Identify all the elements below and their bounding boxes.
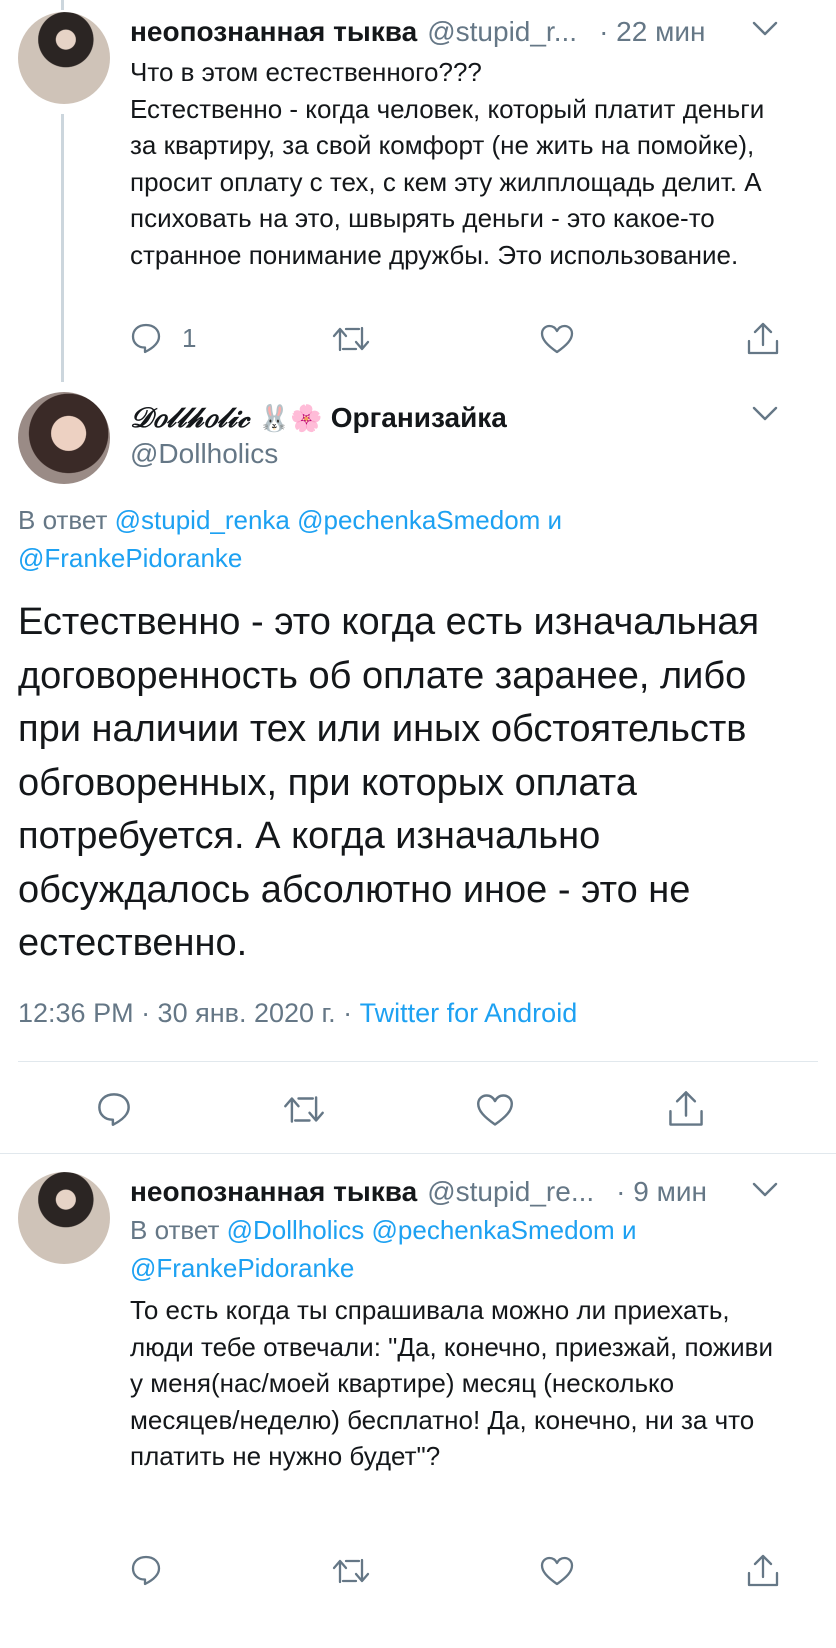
display-name-suffix[interactable]: Организайка [331,402,507,434]
reply-and: и [547,505,563,535]
timestamp[interactable]: · 22 мин [599,16,705,48]
chevron-down-icon[interactable] [752,20,778,38]
tweet-text: То есть когда ты спрашивала можно ли при… [130,1295,773,1471]
reply-count: 1 [182,322,197,353]
like-button[interactable] [540,1556,574,1586]
username[interactable]: @Dollholics [130,438,278,470]
thread-connector [61,0,64,10]
share-icon [746,1553,780,1589]
reply-mentions[interactable]: @Dollholics @pechenkaSmedom [227,1215,615,1245]
reply-context: В ответ @Dollholics @pechenkaSmedom и @F… [130,1211,790,1287]
avatar[interactable] [18,1172,110,1264]
heart-icon [476,1093,514,1127]
thread-connector [61,114,64,382]
retweet-button[interactable] [283,1093,325,1126]
reply-button[interactable] [96,1091,132,1127]
reply-prefix: В ответ [130,1215,220,1245]
share-button[interactable] [746,321,780,357]
tweet-text: Что в этом естественного??? Естественно … [130,57,765,270]
share-button[interactable] [667,1089,705,1129]
name-emoji: 🐰🌸 [257,402,323,433]
timestamp[interactable]: · 9 мин [616,1176,707,1208]
chevron-down-icon[interactable] [752,1181,778,1199]
tweet-header: неопознанная тыква @stupid_r... · 22 мин [130,14,730,50]
share-button[interactable] [746,1553,780,1589]
username[interactable]: @stupid_r... [427,16,577,48]
tweet-source[interactable]: Twitter for Android [360,998,578,1028]
reply-button[interactable] [130,1554,162,1586]
reply-icon [96,1091,132,1127]
tweet-text: Естественно - это когда есть изначальная… [18,601,760,964]
reply-button[interactable]: 1 [130,322,196,354]
retweet-button[interactable] [332,1556,370,1586]
tweet-header: неопознанная тыква @stupid_re... · 9 мин [130,1174,730,1210]
reply-mention-last[interactable]: @FrankePidoranke [18,543,242,573]
avatar[interactable] [18,392,110,484]
like-button[interactable] [476,1093,514,1127]
display-name[interactable]: неопознанная тыква [130,1176,417,1208]
chevron-down-icon[interactable] [752,405,778,423]
avatar[interactable] [18,12,110,104]
display-name[interactable]: 𝒟𝑜𝓁𝓁𝒽𝑜𝓁𝒾𝒸 [130,401,250,435]
share-icon [667,1089,705,1129]
retweet-icon [283,1093,325,1126]
heart-icon [540,1556,574,1586]
reply-mentions[interactable]: @stupid_renka @pechenkaSmedom [115,505,541,535]
share-icon [746,321,780,357]
like-button[interactable] [540,324,574,354]
retweet-button[interactable] [332,324,370,354]
tweet-meta: 12:36 PM · 30 янв. 2020 г. · Twitter for… [18,998,577,1029]
tweet-header: 𝒟𝑜𝓁𝓁𝒽𝑜𝓁𝒾𝒸 🐰🌸 Организайка [130,398,750,438]
reply-icon [130,1554,162,1586]
divider [0,1153,836,1154]
reply-mention-last[interactable]: @FrankePidoranke [130,1253,354,1283]
username[interactable]: @stupid_re... [427,1176,594,1208]
retweet-icon [332,1556,370,1586]
retweet-icon [332,324,370,354]
reply-and: и [621,1215,637,1245]
divider [18,1061,818,1062]
reply-prefix: В ответ [18,505,108,535]
reply-context: В ответ @stupid_renka @pechenkaSmedom и … [18,501,658,577]
display-name[interactable]: неопознанная тыква [130,16,417,48]
tweet-timestamp[interactable]: 12:36 PM · 30 янв. 2020 г. · [18,998,352,1028]
reply-icon [130,322,162,354]
heart-icon [540,324,574,354]
